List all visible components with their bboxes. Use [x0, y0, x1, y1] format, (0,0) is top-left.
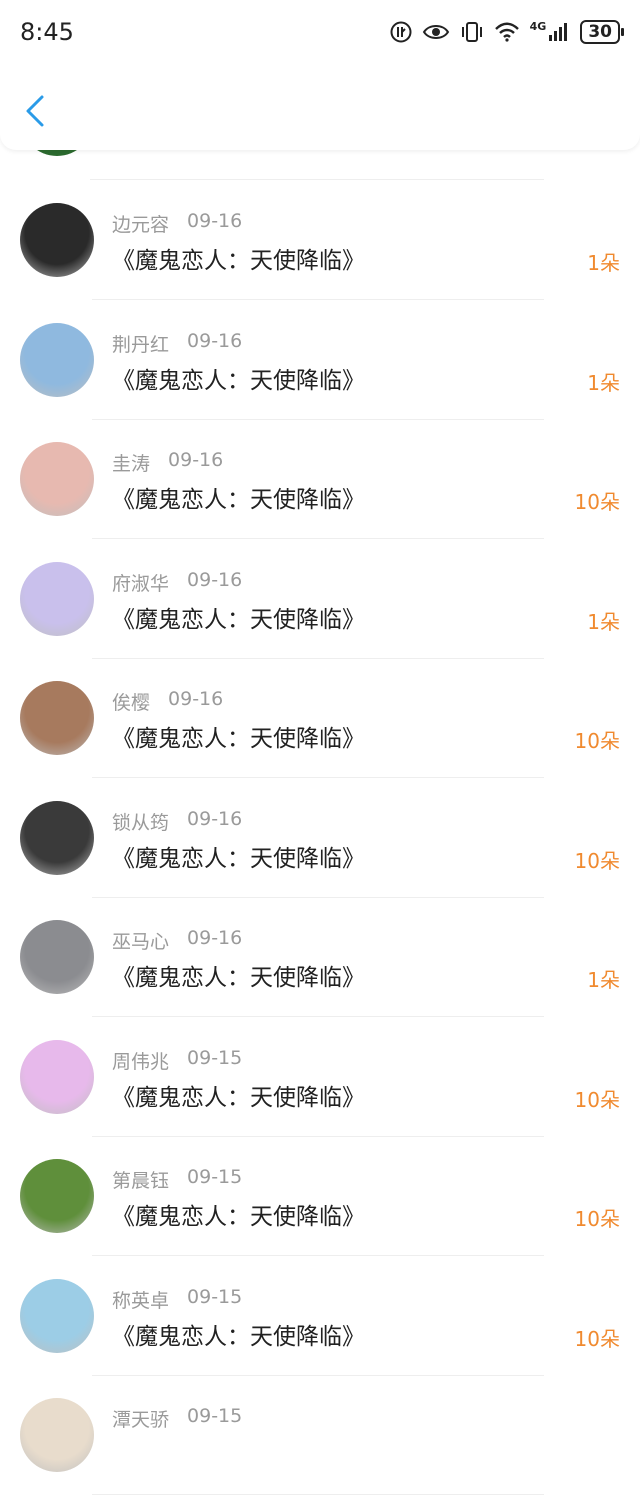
- list-item[interactable]: 潭天骄 09-15: [0, 1376, 640, 1495]
- avatar[interactable]: [20, 1398, 94, 1472]
- user-name: 周伟兆: [112, 1050, 170, 1073]
- avatar[interactable]: [20, 561, 94, 636]
- eye-icon: [422, 25, 449, 39]
- book-title: 《魔鬼恋人：天使降临》: [112, 1204, 365, 1230]
- book-title: 《魔鬼恋人：天使降临》: [112, 1323, 365, 1350]
- item-meta: 府淑华 09-16: [112, 569, 242, 596]
- avatar[interactable]: [20, 920, 94, 994]
- avatar[interactable]: [20, 1159, 94, 1233]
- vibrate-icon: [461, 22, 482, 42]
- battery-icon: 30: [580, 20, 624, 44]
- back-button[interactable]: [22, 94, 52, 128]
- item-date: 09-15: [187, 1166, 243, 1188]
- item-date: 09-16: [187, 568, 243, 591]
- item-date: 09-16: [187, 807, 243, 830]
- item-date: 09-16: [187, 329, 243, 352]
- status-bar: 8:45 4G 30: [0, 0, 640, 70]
- flower-amount: 10朵: [574, 729, 620, 753]
- avatar[interactable]: [20, 1278, 94, 1353]
- user-name: 第晨钰: [112, 1170, 170, 1192]
- divider: [90, 179, 544, 180]
- item-meta: 俟樱 09-16: [112, 688, 223, 715]
- book-title: 《魔鬼恋人：天使降临》: [112, 965, 365, 991]
- item-meta: 荆丹红 09-16: [112, 330, 242, 357]
- flower-amount: 1朵: [587, 968, 620, 992]
- nav-bar: [0, 70, 640, 150]
- avatar: [20, 150, 94, 156]
- item-date: 09-16: [168, 688, 224, 710]
- item-meta: 边元容 09-16: [112, 210, 242, 237]
- item-date: 09-16: [187, 927, 243, 949]
- item-date: 09-15: [187, 1046, 243, 1069]
- user-name: 边元容: [112, 214, 170, 236]
- flower-amount: 1朵: [587, 251, 620, 275]
- avatar[interactable]: [20, 681, 94, 755]
- item-meta: 巫马心 09-16: [112, 927, 242, 954]
- network-type-icon: 4G: [529, 19, 547, 33]
- flower-amount: 1朵: [587, 370, 620, 395]
- item-meta: 锁从筠 09-16: [112, 808, 242, 835]
- list-item[interactable]: 俟樱 09-16 《魔鬼恋人：天使降临》 10朵: [0, 659, 640, 778]
- flower-amount: 10朵: [574, 1326, 620, 1351]
- item-meta: 潭天骄 09-15: [112, 1405, 242, 1432]
- user-name: 荆丹红: [112, 333, 170, 356]
- list-item[interactable]: 周伟兆 09-15 《魔鬼恋人：天使降临》 10朵: [0, 1018, 640, 1137]
- list-item[interactable]: 称英卓 09-15 《魔鬼恋人：天使降临》 10朵: [0, 1257, 640, 1376]
- item-meta: 圭涛 09-16: [112, 449, 223, 476]
- item-date: 09-15: [187, 1405, 243, 1427]
- wifi-icon: [494, 22, 519, 42]
- flower-amount: 1朵: [587, 609, 620, 634]
- item-meta: 周伟兆 09-15: [112, 1047, 242, 1074]
- book-title: 《魔鬼恋人：天使降临》: [112, 845, 365, 872]
- avatar[interactable]: [20, 800, 94, 875]
- list-item[interactable]: 第晨钰 09-15 《魔鬼恋人：天使降临》 10朵: [0, 1137, 640, 1256]
- user-name: 称英卓: [112, 1289, 170, 1312]
- list-item[interactable]: 巫马心 09-16 《魔鬼恋人：天使降临》 1朵: [0, 898, 640, 1017]
- status-icons: 4G 30: [390, 19, 624, 44]
- user-name: 锁从筠: [112, 811, 170, 834]
- item-meta: 称英卓 09-15: [112, 1286, 242, 1313]
- avatar[interactable]: [20, 203, 94, 277]
- book-title: 《魔鬼恋人：天使降临》: [112, 248, 365, 274]
- signal-icon: [549, 23, 568, 41]
- list-item[interactable]: 府淑华 09-16 《魔鬼恋人：天使降临》 1朵: [0, 540, 640, 659]
- avatar[interactable]: [20, 442, 94, 516]
- back-chevron-icon: [26, 95, 44, 127]
- avatar[interactable]: [20, 322, 94, 397]
- book-title: 《魔鬼恋人：天使降临》: [112, 1084, 365, 1111]
- user-name: 巫马心: [112, 931, 170, 953]
- list-item[interactable]: 锁从筠 09-16 《魔鬼恋人：天使降临》 10朵: [0, 779, 640, 898]
- user-name: 俟樱: [112, 692, 151, 714]
- list-item[interactable]: 荆丹红 09-16 《魔鬼恋人：天使降临》 1朵: [0, 301, 640, 420]
- item-date: 09-15: [187, 1285, 243, 1308]
- list-item[interactable]: 圭涛 09-16 《魔鬼恋人：天使降临》 10朵: [0, 420, 640, 539]
- partial-list-item[interactable]: [0, 150, 640, 180]
- flower-amount: 10朵: [574, 1207, 620, 1231]
- flower-amount: 10朵: [574, 1087, 620, 1112]
- book-title: 《魔鬼恋人：天使降临》: [112, 606, 365, 633]
- battery-level: 30: [588, 22, 612, 42]
- avatar[interactable]: [20, 1039, 94, 1114]
- flower-amount: 10朵: [574, 490, 620, 514]
- user-name: 圭涛: [112, 453, 151, 475]
- book-title: 《魔鬼恋人：天使降临》: [112, 487, 365, 513]
- user-name: 府淑华: [112, 572, 170, 595]
- list-item[interactable]: 边元容 09-16 《魔鬼恋人：天使降临》 1朵: [0, 181, 640, 300]
- item-date: 09-16: [187, 210, 243, 232]
- item-meta: 第晨钰 09-15: [112, 1166, 242, 1193]
- hd-call-icon: [390, 21, 412, 43]
- book-title: 《魔鬼恋人：天使降临》: [112, 367, 365, 394]
- book-title: 《魔鬼恋人：天使降临》: [112, 726, 365, 752]
- user-name: 潭天骄: [112, 1409, 170, 1431]
- flower-amount: 10朵: [574, 848, 620, 873]
- status-time: 8:45: [20, 18, 74, 46]
- item-date: 09-16: [168, 449, 224, 471]
